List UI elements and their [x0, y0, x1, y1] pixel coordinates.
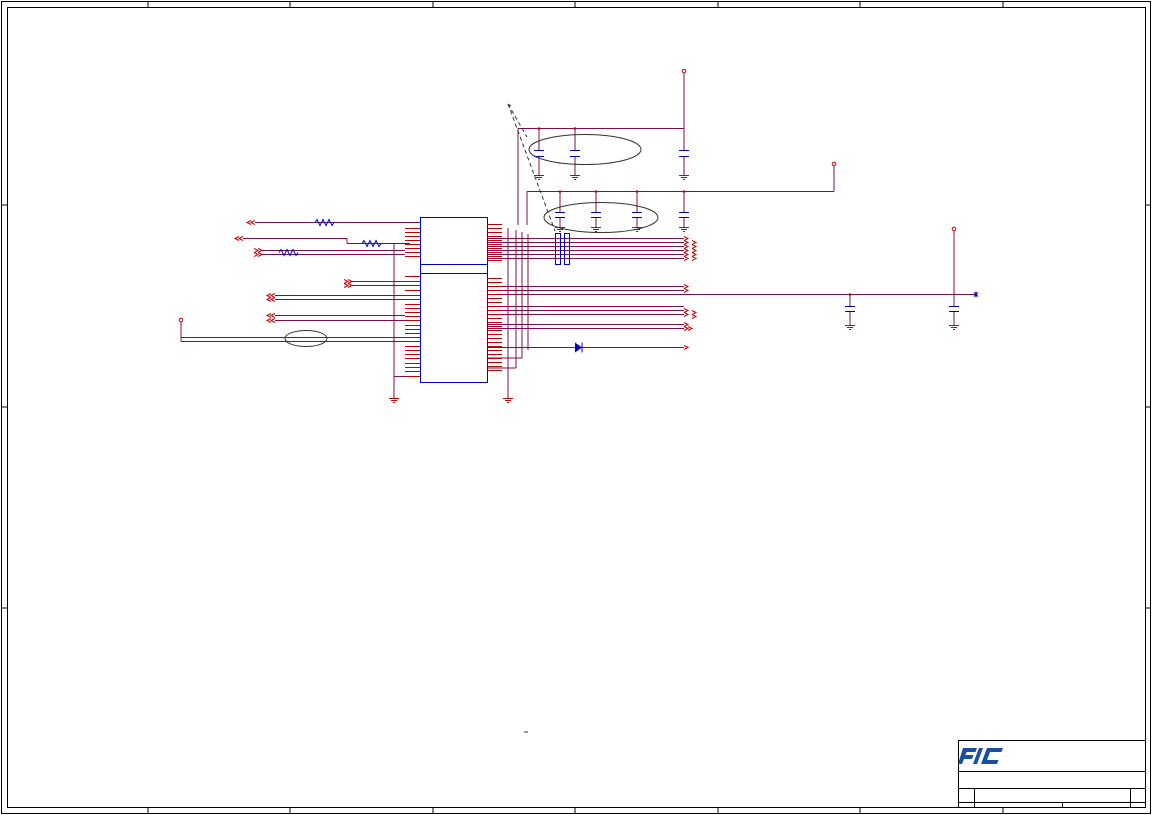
off-page-connector-icon[interactable]	[683, 345, 690, 350]
ground-icon	[845, 325, 855, 330]
off-page-connector-icon[interactable]	[683, 236, 690, 261]
capacitors	[534, 128, 959, 326]
capacitor-icon[interactable]	[845, 294, 855, 326]
capacitor-icon[interactable]	[534, 128, 544, 176]
ground-icon	[389, 398, 399, 403]
fic-logo	[958, 748, 1003, 764]
off-page-connector-icon[interactable]	[265, 313, 276, 323]
junction-dot-icon	[573, 127, 577, 130]
logo-mark-icon	[958, 748, 1003, 764]
junction-dot-icon	[537, 127, 541, 130]
ground-icon	[679, 175, 689, 180]
off-page-connector-icon[interactable]	[245, 220, 256, 225]
junctions	[537, 127, 852, 296]
off-page-connector-icon[interactable]	[683, 308, 698, 319]
ground-icon	[570, 175, 580, 180]
capacitor-icon[interactable]	[679, 191, 689, 228]
main-ic[interactable]	[420, 217, 488, 383]
capacitor-icon[interactable]	[555, 191, 565, 228]
sheet-frame	[1, 1, 1151, 814]
capacitor-icon[interactable]	[570, 128, 580, 176]
capacitor-icon[interactable]	[679, 128, 689, 176]
off-page-connector-icon[interactable]	[265, 293, 276, 302]
grounds	[389, 175, 959, 403]
power-flag-icon	[681, 68, 687, 74]
off-page-connector-icon[interactable]	[683, 284, 690, 293]
capacitor-icon[interactable]	[949, 294, 959, 326]
off-page-connector-icon[interactable]	[343, 279, 354, 288]
annotations	[284, 103, 659, 733]
off-page-connector-icon[interactable]	[233, 236, 244, 241]
diode-icon[interactable]	[575, 342, 583, 353]
junction-dot-icon	[594, 190, 598, 193]
junction-dot-icon	[635, 190, 639, 193]
ground-icon	[591, 227, 601, 232]
junction-dot-icon	[848, 293, 852, 296]
schematic-sheet	[1, 1, 1151, 814]
off-page-connector-icon[interactable]	[253, 248, 264, 257]
off-page-connector-icon[interactable]	[683, 322, 694, 331]
capacitor-icon[interactable]	[591, 191, 601, 228]
junction-dot-icon	[558, 190, 562, 193]
junction-dot-icon	[682, 190, 686, 193]
capacitor-icon[interactable]	[632, 191, 642, 228]
power-flag-icon	[178, 317, 184, 323]
power-flag-icon	[951, 226, 957, 232]
ground-icon	[679, 227, 689, 232]
ground-icon	[503, 398, 513, 403]
ground-icon	[949, 325, 959, 330]
power-flags	[178, 68, 957, 323]
power-flag-icon	[831, 161, 837, 167]
